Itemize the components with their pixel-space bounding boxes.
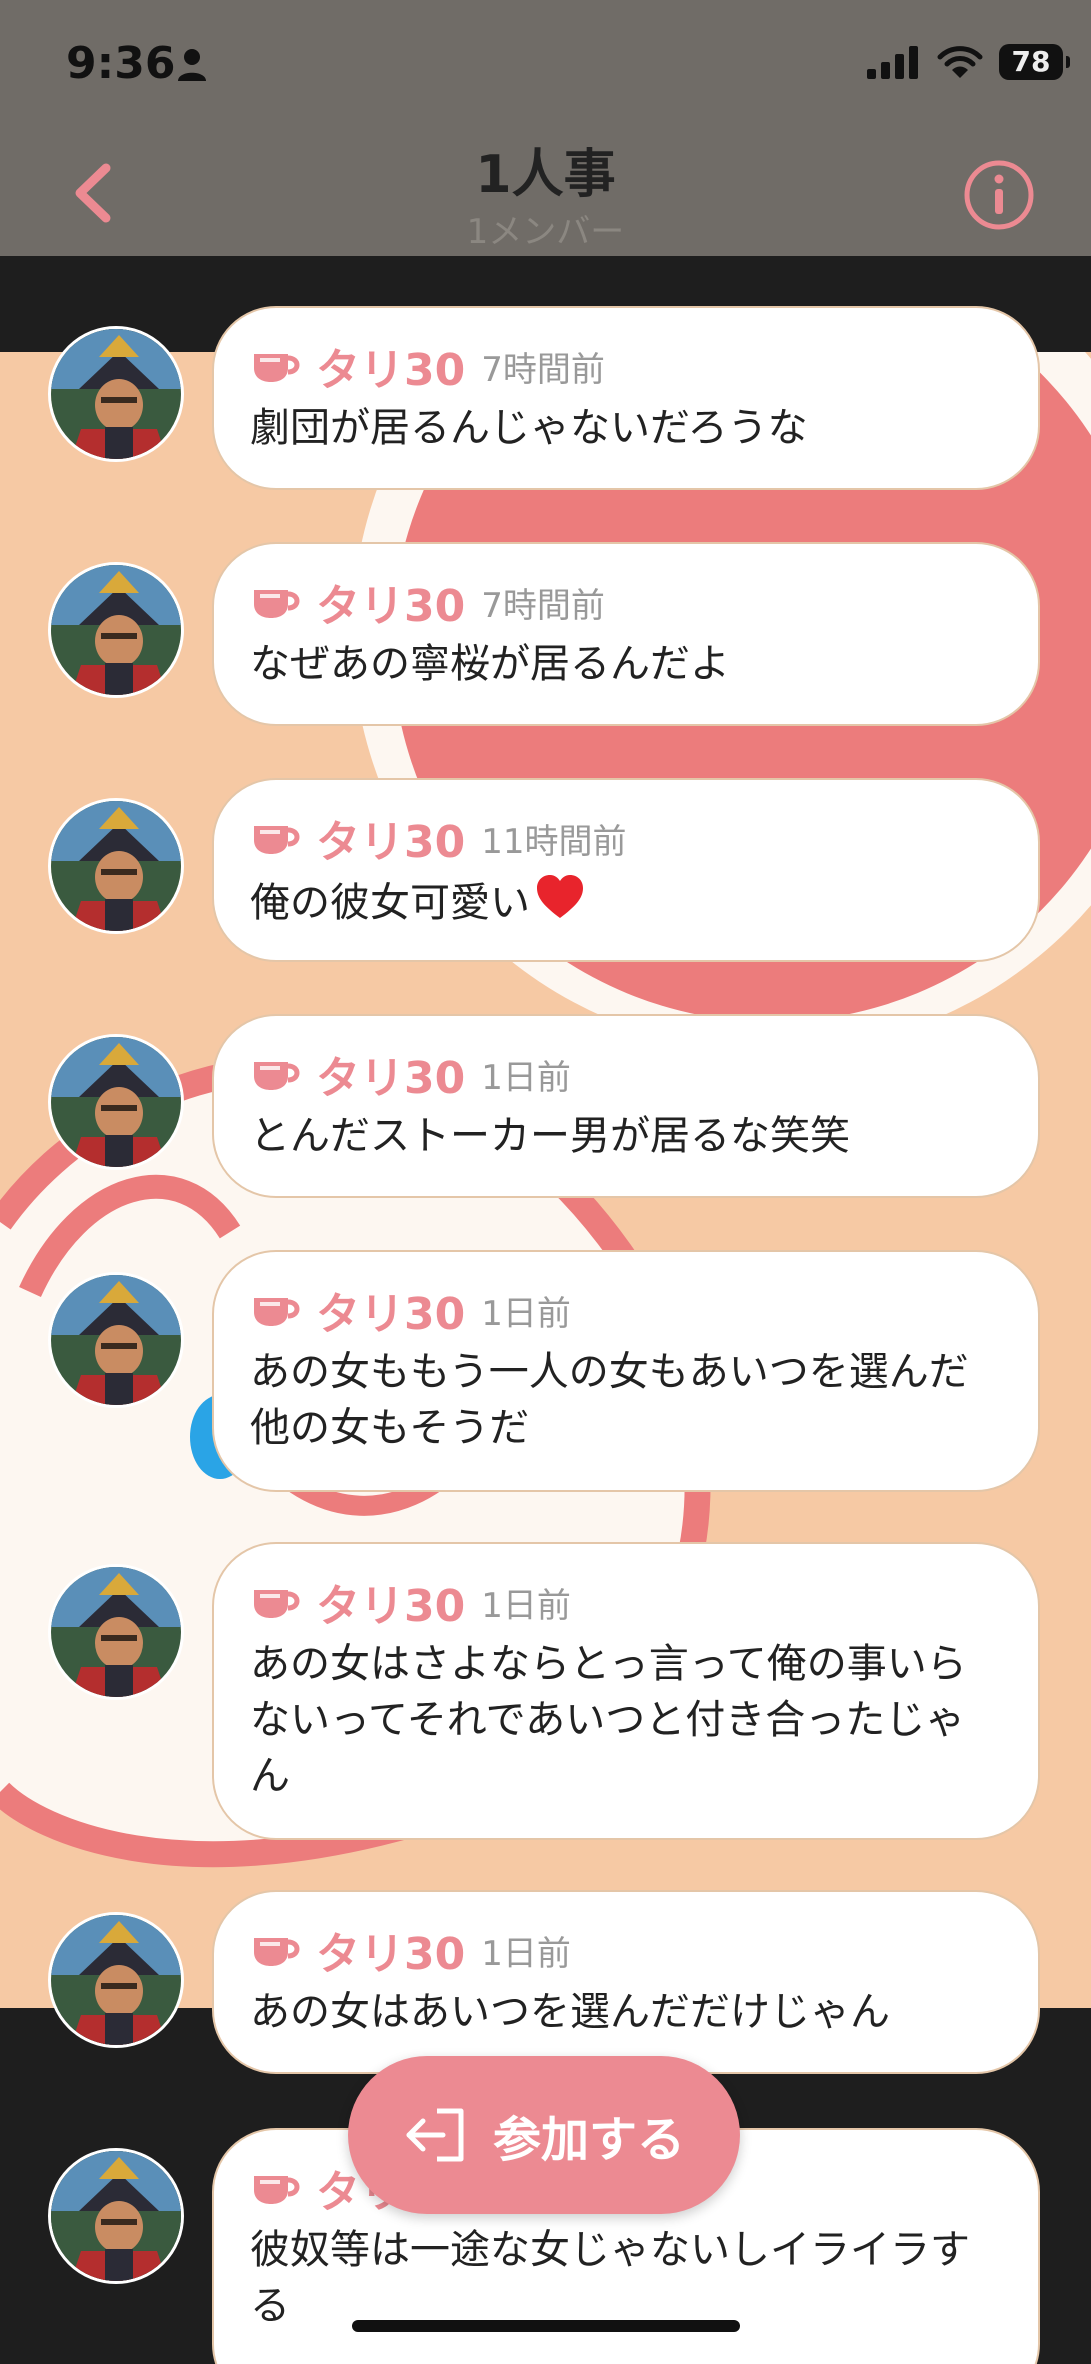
message-meta: タリ30 1日前 [250, 1574, 1002, 1632]
user-name[interactable]: タリ30 [316, 1042, 465, 1106]
samurai-avatar-image [51, 1567, 181, 1697]
message-bubble[interactable]: タリ30 11時間前 俺の彼女可愛い [212, 778, 1040, 962]
message-meta: タリ30 1日前 [250, 1046, 1002, 1104]
cup-icon [254, 1298, 300, 1326]
message-bubble[interactable]: タリ30 1日前 あの女はあいつを選んだだけじゃん [212, 1890, 1040, 2074]
heart-icon [537, 875, 583, 918]
cup-icon [254, 590, 300, 618]
status-icons: 78 [867, 44, 1070, 80]
cup-icon [254, 2176, 300, 2204]
message-bubble[interactable]: タリ30 1日前 とんだストーカー男が居るな笑笑 [212, 1014, 1040, 1198]
message-meta: タリ30 7時間前 [250, 338, 1002, 396]
user-name[interactable]: タリ30 [316, 1278, 465, 1342]
avatar[interactable] [48, 1034, 184, 1170]
samurai-avatar-image [51, 801, 181, 931]
avatar[interactable] [48, 798, 184, 934]
message-time: 7時間前 [481, 349, 605, 390]
cup-icon [254, 1590, 300, 1618]
message-text: 劇団が居るんじゃないだろうな [250, 405, 808, 451]
cup-icon [254, 354, 300, 382]
message-time: 1日前 [481, 1293, 571, 1334]
samurai-avatar-image [51, 1915, 181, 2045]
message-text: あの女はあいつを選んだだけじゃん [250, 1989, 890, 2035]
message-time: 1日前 [481, 1585, 571, 1626]
user-name[interactable]: タリ30 [316, 570, 465, 634]
samurai-avatar-image [51, 329, 181, 459]
message-bubble[interactable]: タリ30 1日前 あの女ももう一人の女もあいつを選んだ他の女もそうだ [212, 1250, 1040, 1492]
avatar[interactable] [48, 1912, 184, 2048]
message-text: あの女はさよならとっ言って俺の事いらないってそれであいつと付き合ったじゃん [250, 1641, 967, 1799]
avatar[interactable] [48, 326, 184, 462]
samurai-avatar-image [51, 1275, 181, 1405]
signal-icon [867, 46, 918, 79]
info-icon[interactable] [962, 158, 1036, 232]
user-name[interactable]: タリ30 [316, 334, 465, 398]
home-indicator[interactable] [352, 2320, 740, 2332]
message-bubble[interactable]: タリ30 1日前 あの女はさよならとっ言って俺の事いらないってそれであいつと付き… [212, 1542, 1040, 1840]
user-name[interactable]: タリ30 [316, 1570, 465, 1634]
member-count: 1メンバー [466, 212, 625, 252]
samurai-avatar-image [51, 565, 181, 695]
user-name[interactable]: タリ30 [316, 1918, 465, 1982]
cup-icon [254, 1938, 300, 1966]
avatar[interactable] [48, 2148, 184, 2284]
chat-screen: 9:36 78 1人事 1メンバー タリ30 7時間前 劇団が居るんじゃないだろ… [0, 0, 1091, 2364]
wifi-icon [937, 46, 983, 78]
message-time: 1日前 [481, 1933, 571, 1974]
message-bubble[interactable]: タリ30 7時間前 劇団が居るんじゃないだろうな [212, 306, 1040, 490]
samurai-avatar-image [51, 2151, 181, 2281]
message-time: 1日前 [481, 1057, 571, 1098]
message-meta: タリ30 1日前 [250, 1922, 1002, 1980]
message-text: あの女ももう一人の女もあいつを選んだ他の女もそうだ [250, 1349, 969, 1451]
samurai-avatar-image [51, 1037, 181, 1167]
message-text: 彼奴等は一途な女じゃないしイライラする [250, 2227, 970, 2329]
message-time: 11時間前 [481, 821, 627, 862]
page-title: 1人事 [475, 145, 616, 205]
enter-icon [406, 2108, 464, 2162]
avatar[interactable] [48, 562, 184, 698]
message-meta: タリ30 11時間前 [250, 810, 1002, 868]
cup-icon [254, 826, 300, 854]
message-meta: タリ30 1日前 [250, 1282, 1002, 1340]
battery-indicator: 78 [999, 44, 1070, 80]
message-time: 7時間前 [481, 585, 605, 626]
header-bar: 9:36 78 1人事 1メンバー [0, 0, 1091, 256]
message-bubble[interactable]: タリ30 7時間前 なぜあの寧桜が居るんだよ [212, 542, 1040, 726]
message-text-row: 俺の彼女可愛い [250, 872, 1002, 931]
message-text: とんだストーカー男が居るな笑笑 [250, 1113, 850, 1159]
avatar[interactable] [48, 1564, 184, 1700]
avatar[interactable] [48, 1272, 184, 1408]
message-text: 俺の彼女可愛い [250, 880, 530, 926]
user-name[interactable]: タリ30 [316, 806, 465, 870]
message-text: なぜあの寧桜が居るんだよ [250, 641, 730, 687]
join-label: 参加する [492, 2112, 685, 2168]
message-meta: タリ30 7時間前 [250, 574, 1002, 632]
person-icon [178, 49, 206, 81]
cup-icon [254, 1062, 300, 1090]
join-button[interactable]: 参加する [348, 2056, 740, 2214]
status-time: 9:36 [66, 38, 176, 89]
